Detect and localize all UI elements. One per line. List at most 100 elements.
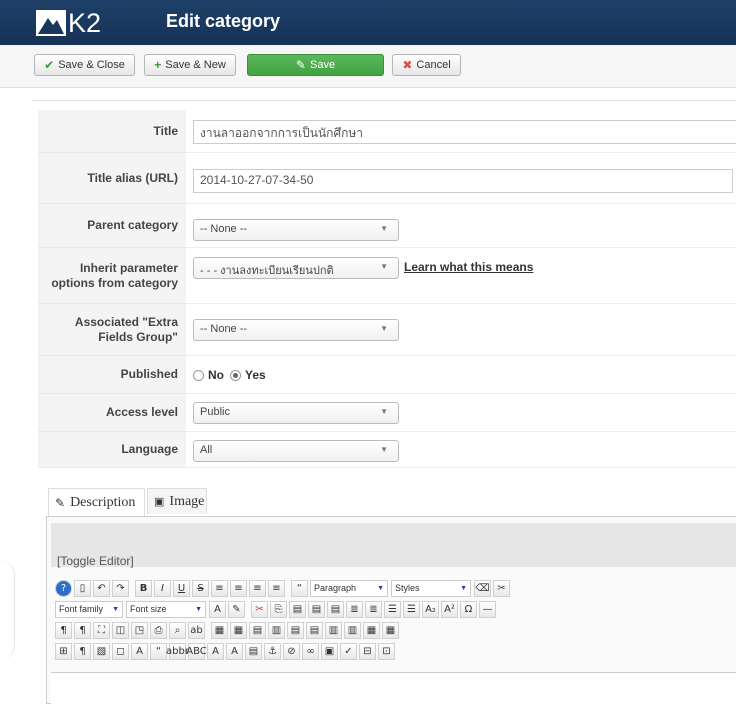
- abbr-icon[interactable]: abbr: [166, 642, 189, 660]
- superscript-icon[interactable]: A²: [441, 600, 458, 618]
- language-select[interactable]: All ▼: [193, 440, 399, 462]
- image-icon[interactable]: ▣: [321, 642, 338, 660]
- preview-icon[interactable]: ◫: [112, 621, 129, 639]
- attributes-icon[interactable]: ▤: [245, 642, 262, 660]
- inherit-select[interactable]: - - - งานลงทะเบียนเรียนปกติ ▼: [193, 257, 399, 279]
- outdent-icon[interactable]: ≣: [365, 600, 382, 618]
- paste-text-icon[interactable]: ▤: [308, 600, 325, 618]
- editor-content-area[interactable]: [51, 672, 736, 704]
- nonbreaking-icon[interactable]: ⊟: [359, 642, 376, 660]
- ltr-icon[interactable]: ¶: [55, 621, 72, 639]
- font-family-select[interactable]: Font family ▼: [55, 600, 123, 618]
- replace-icon[interactable]: ab: [188, 621, 205, 639]
- delete-col-icon[interactable]: ▥: [344, 621, 361, 639]
- styleprops-icon[interactable]: A: [131, 642, 148, 660]
- new-document-icon[interactable]: ▯: [74, 579, 91, 597]
- inherit-label-line2: options from category: [51, 275, 178, 290]
- paste-word-icon[interactable]: ▤: [327, 600, 344, 618]
- align-justify-icon[interactable]: ≡: [268, 579, 285, 597]
- title-row: Title งานลาออกจากการเป็นนักศึกษา: [38, 110, 736, 153]
- logo-text: K2: [68, 7, 102, 38]
- insert-col-icon[interactable]: ▥: [325, 621, 342, 639]
- highlight-color-icon[interactable]: ✎: [228, 600, 245, 618]
- tab-description[interactable]: ✎ Description: [48, 488, 145, 517]
- insert-row-icon[interactable]: ▤: [287, 621, 304, 639]
- cancel-button[interactable]: ✖ Cancel: [392, 54, 461, 76]
- help-icon[interactable]: ?: [55, 579, 72, 597]
- redo-icon[interactable]: ↷: [112, 579, 129, 597]
- subscript-icon[interactable]: A₂: [422, 600, 439, 618]
- alias-input[interactable]: 2014-10-27-07-34-50: [193, 169, 733, 193]
- anchor-icon[interactable]: ⚓: [264, 642, 281, 660]
- styles-select[interactable]: Styles ▼: [391, 579, 471, 597]
- published-row: Published No Yes: [38, 356, 736, 394]
- paragraph-select[interactable]: Paragraph ▼: [310, 579, 388, 597]
- cell-props-icon[interactable]: ▥: [268, 621, 285, 639]
- horizontal-rule-icon[interactable]: —: [479, 600, 496, 618]
- text-color-icon[interactable]: A: [209, 600, 226, 618]
- show-blocks-icon[interactable]: ¶: [74, 642, 91, 660]
- character-map-icon[interactable]: Ω: [460, 600, 477, 618]
- insert-date-icon[interactable]: ◳: [131, 621, 148, 639]
- merge-cells-icon[interactable]: ▦: [382, 621, 399, 639]
- bold-icon[interactable]: B: [135, 579, 152, 597]
- spellcheck-icon[interactable]: ✓: [340, 642, 357, 660]
- print-icon[interactable]: ⎙: [150, 621, 167, 639]
- published-no-radio[interactable]: [193, 369, 204, 381]
- editor-header: [51, 523, 736, 567]
- inherit-row: Inherit parameter options from category …: [38, 248, 736, 304]
- template-icon[interactable]: ▧: [93, 642, 110, 660]
- align-center-icon[interactable]: ≡: [230, 579, 247, 597]
- undo-icon[interactable]: ↶: [93, 579, 110, 597]
- extra-fields-select[interactable]: -- None -- ▼: [193, 319, 399, 341]
- align-right-icon[interactable]: ≡: [249, 579, 266, 597]
- copy-icon[interactable]: ⎘: [270, 600, 287, 618]
- indent-icon[interactable]: ≣: [346, 600, 363, 618]
- layer-icon[interactable]: ◻: [112, 642, 129, 660]
- paste-icon[interactable]: ▤: [289, 600, 306, 618]
- unlink-icon[interactable]: ⊘: [283, 642, 300, 660]
- inherit-label: Inherit parameter options from category: [38, 248, 186, 304]
- access-select-value: Public: [200, 406, 230, 418]
- cleanup-icon[interactable]: ✂: [493, 579, 510, 597]
- toggle-editor-link[interactable]: [Toggle Editor]: [57, 554, 134, 568]
- access-select[interactable]: Public ▼: [193, 402, 399, 424]
- pagebreak-icon[interactable]: ⊡: [378, 642, 395, 660]
- underline-icon[interactable]: U: [173, 579, 190, 597]
- ins-icon[interactable]: A: [226, 642, 243, 660]
- chevron-down-icon: ▼: [377, 584, 384, 592]
- learn-more-link[interactable]: Learn what this means: [404, 260, 533, 274]
- save-new-button[interactable]: + Save & New: [144, 54, 236, 76]
- split-cells-icon[interactable]: ▦: [363, 621, 380, 639]
- published-yes-radio[interactable]: [230, 369, 241, 381]
- search-replace-icon[interactable]: ⌕: [169, 621, 186, 639]
- row-props-icon[interactable]: ▤: [249, 621, 266, 639]
- strikethrough-icon[interactable]: S: [192, 579, 209, 597]
- blockquote-icon[interactable]: “: [291, 579, 308, 597]
- cut-icon[interactable]: ✂: [251, 600, 268, 618]
- acronym-icon[interactable]: ABC: [186, 642, 207, 660]
- unordered-list-icon[interactable]: ☰: [403, 600, 420, 618]
- rtl-icon[interactable]: ¶: [74, 621, 91, 639]
- font-size-select[interactable]: Font size ▼: [126, 600, 206, 618]
- del-icon[interactable]: A: [207, 642, 224, 660]
- parent-select[interactable]: -- None -- ▼: [193, 219, 399, 241]
- italic-icon[interactable]: I: [154, 579, 171, 597]
- language-row: Language All ▼: [38, 432, 736, 468]
- fullscreen-icon[interactable]: ⛶: [93, 621, 110, 639]
- delete-row-icon[interactable]: ▤: [306, 621, 323, 639]
- rich-text-editor: [Toggle Editor] ? ▯ ↶ ↷ B I U S ≡ ≡ ≡ ≡ …: [46, 516, 736, 704]
- eraser-icon[interactable]: ⌫: [474, 579, 491, 597]
- cite-icon[interactable]: “: [150, 642, 167, 660]
- parent-label: Parent category: [38, 204, 186, 248]
- tab-image[interactable]: ▣ Image: [147, 488, 207, 514]
- save-button[interactable]: ✎ Save: [247, 54, 384, 76]
- title-input[interactable]: งานลาออกจากการเป็นนักศึกษา: [193, 120, 736, 144]
- table-icon[interactable]: ▦: [211, 621, 228, 639]
- ordered-list-icon[interactable]: ☰: [384, 600, 401, 618]
- visual-aid-icon[interactable]: ⊞: [55, 642, 72, 660]
- align-left-icon[interactable]: ≡: [211, 579, 228, 597]
- table-props-icon[interactable]: ▦: [230, 621, 247, 639]
- save-close-button[interactable]: ✔ Save & Close: [34, 54, 135, 76]
- link-icon[interactable]: ∞: [302, 642, 319, 660]
